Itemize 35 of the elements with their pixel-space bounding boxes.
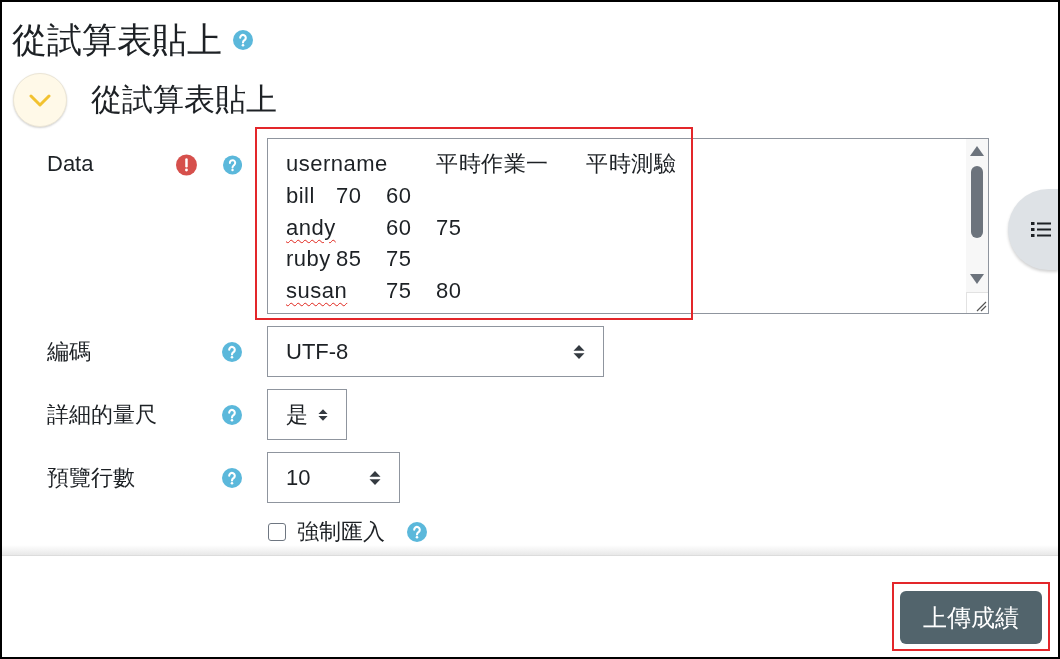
scrollbar[interactable] xyxy=(966,139,988,313)
text-line: susan 75 80 xyxy=(286,277,463,305)
collapse-toggle[interactable] xyxy=(13,73,67,127)
field-label: 詳細的量尺 xyxy=(47,400,157,429)
field-label: 預覽行數 xyxy=(47,463,135,492)
up-down-arrows-icon xyxy=(573,343,585,360)
dropdown[interactable]: 是 xyxy=(267,389,347,440)
scroll-up-arrow-icon[interactable] xyxy=(970,146,984,156)
submit-button[interactable]: 上傳成績 xyxy=(900,591,1042,644)
scrollbar-thumb[interactable] xyxy=(971,166,983,238)
checkbox[interactable] xyxy=(268,523,286,541)
help-icon[interactable] xyxy=(222,404,242,425)
data-textarea[interactable]: username 平時作業一 平時測驗 bill 70 60 andy 60 75 ruby 85 75 susan 75 80 xyxy=(267,138,989,314)
help-icon[interactable] xyxy=(222,467,242,488)
help-icon[interactable] xyxy=(233,30,253,50)
help-icon[interactable] xyxy=(222,155,242,175)
page-title: 從試算表貼上 xyxy=(12,19,222,61)
help-icon[interactable] xyxy=(407,522,427,542)
checkbox-label: 強制匯入 xyxy=(297,518,385,546)
text-line: username 平時作業一 平時測驗 xyxy=(286,150,677,178)
text-line: andy 60 75 xyxy=(286,213,463,242)
section-heading: 從試算表貼上 xyxy=(91,81,277,119)
dropdown[interactable]: UTF-8 xyxy=(267,326,604,377)
field-label: Data xyxy=(47,150,94,178)
chevron-down-icon xyxy=(29,93,51,107)
scroll-down-arrow-icon[interactable] xyxy=(970,274,984,284)
dropdown[interactable]: 10 xyxy=(267,452,400,503)
field-label: 編碼 xyxy=(47,337,91,366)
drawer-toggle-button[interactable] xyxy=(1008,189,1058,270)
list-icon xyxy=(1031,222,1051,237)
resize-grip-icon[interactable] xyxy=(976,301,987,312)
up-down-arrows-icon xyxy=(369,469,381,486)
text-line: bill 70 60 xyxy=(286,181,413,210)
help-icon[interactable] xyxy=(222,341,242,362)
text-line: ruby 85 75 xyxy=(286,245,413,274)
